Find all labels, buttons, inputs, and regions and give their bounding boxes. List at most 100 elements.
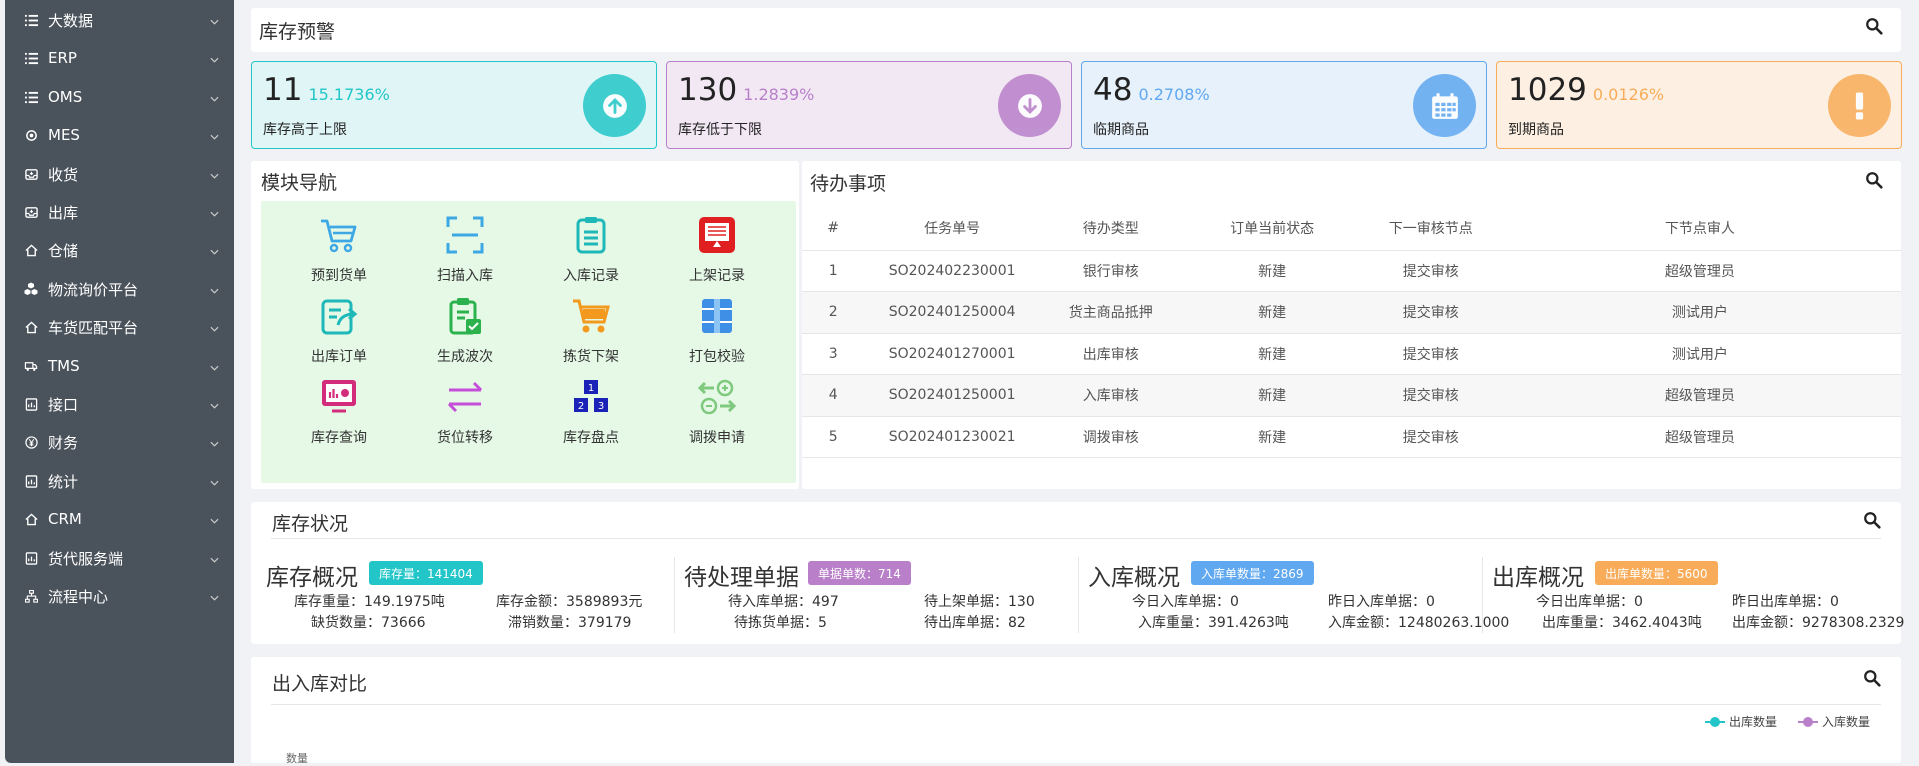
sidebar-item-label: 货代服务端	[48, 549, 124, 568]
sidebar-item-label: 接口	[48, 395, 79, 414]
stock-alert-card[interactable]: 11 15.1736% 库存高于上限	[251, 61, 657, 149]
sidebar-item[interactable]: 物流询价平台	[5, 270, 234, 308]
module-nav-label: 生成波次	[437, 349, 493, 365]
search-icon[interactable]	[1865, 171, 1883, 189]
table-header-cell[interactable]: #	[802, 206, 865, 251]
chevron-down-icon	[204, 433, 224, 451]
sidebar-item-label: OMS	[48, 88, 83, 106]
module-nav-item[interactable]: 上架记录	[667, 214, 767, 288]
table-cell: SO202401230021	[864, 416, 1040, 458]
module-nav-label: 打包校验	[689, 349, 745, 365]
table-header-cell[interactable]: 下一审核节点	[1362, 206, 1499, 251]
sidebar-item[interactable]: 财务	[5, 423, 234, 461]
section-divider	[1078, 557, 1079, 633]
cubes-icon	[24, 282, 38, 296]
module-nav-label: 库存查询	[311, 430, 367, 446]
module-nav-label: 扫描入库	[437, 268, 493, 284]
list-icon	[24, 90, 38, 104]
sidebar-item[interactable]: TMS	[5, 347, 234, 385]
stock-status-section: 入库概况 入库单数量：2869 今日入库单据：0 昨日入库单据：0 入库重量：391.4…	[1088, 558, 1509, 632]
search-icon[interactable]	[1863, 669, 1881, 687]
table-row[interactable]: 3 SO202401270001 出库审核 新建 提交审核 测试用户	[802, 333, 1901, 375]
table-cell: 3	[802, 333, 865, 375]
chevron-down-icon	[204, 549, 224, 567]
module-nav-title: 模块导航	[261, 172, 338, 194]
module-nav-label: 货位转移	[437, 430, 493, 446]
chevron-down-icon	[204, 280, 224, 298]
section-stat: 昨日出库单据：0	[1732, 594, 1839, 610]
table-row[interactable]: 1 SO202402230001 银行审核 新建 提交审核 超级管理员	[802, 250, 1901, 292]
report-icon	[24, 474, 38, 488]
sidebar-item[interactable]: 仓储	[5, 231, 234, 269]
table-header-cell[interactable]: 任务单号	[864, 206, 1040, 251]
table-header-cell[interactable]: 下节点审人	[1498, 206, 1901, 251]
sidebar-item-label: 收货	[48, 165, 79, 184]
stock-alert-card[interactable]: 48 0.2708% 临期商品	[1081, 61, 1487, 149]
table-row[interactable]: 5 SO202401230021 调拨审核 新建 提交审核 超级管理员	[802, 416, 1901, 458]
stock-alert-card[interactable]: 1029 0.0126% 到期商品	[1496, 61, 1902, 149]
table-header-cell[interactable]: 待办类型	[1039, 206, 1182, 251]
sidebar-item[interactable]: 出库	[5, 193, 234, 231]
module-nav-item[interactable]: 入库记录	[541, 214, 641, 288]
module-nav-item[interactable]: 生成波次	[415, 295, 515, 369]
section-stat: 出库金额：9278308.2329	[1732, 615, 1905, 631]
sidebar-item[interactable]: 统计	[5, 462, 234, 500]
alert-percent: 1.2839%	[743, 85, 815, 104]
module-nav-item[interactable]: 扫描入库	[415, 214, 515, 288]
table-header-cell[interactable]: 订单当前状态	[1181, 206, 1363, 251]
module-nav-item[interactable]: 调拨申请	[667, 376, 767, 450]
table-cell: 提交审核	[1362, 291, 1499, 334]
report-icon	[24, 551, 38, 565]
module-nav-item[interactable]: 出库订单	[289, 295, 389, 369]
section-badge: 库存量：141404	[369, 561, 483, 585]
sidebar: 大数据 ERP OMS MES 收货出库 仓储物流询价平台车货匹配平台 TMS 接口财务 统计 C…	[5, 0, 234, 763]
sidebar-item[interactable]: 收货	[5, 155, 234, 193]
section-stat: 缺货数量：73666	[311, 615, 426, 631]
module-nav-item[interactable]: 打包校验	[667, 295, 767, 369]
alert-label: 临期商品	[1093, 122, 1149, 138]
module-nav-item[interactable]: 拣货下架	[541, 295, 641, 369]
sidebar-item[interactable]: MES	[5, 116, 234, 154]
section-stat: 库存金额：3589893元	[496, 594, 643, 610]
stock-status-title: 库存状况	[272, 513, 349, 535]
sidebar-item[interactable]: OMS	[5, 78, 234, 116]
sidebar-item-label: 大数据	[48, 11, 94, 30]
section-badge: 入库单数量：2869	[1191, 561, 1314, 585]
legend-out[interactable]: 出库数量	[1705, 713, 1777, 730]
search-icon[interactable]	[1865, 17, 1883, 35]
table-row[interactable]: 4 SO202401250001 入库审核 新建 提交审核 超级管理员	[802, 374, 1901, 417]
sidebar-item[interactable]: 接口	[5, 385, 234, 423]
module-nav-item[interactable]: 货位转移	[415, 376, 515, 450]
table-cell: 超级管理员	[1498, 416, 1901, 458]
sidebar-item[interactable]: 车货匹配平台	[5, 308, 234, 346]
table-cell: SO202401270001	[864, 333, 1040, 375]
sidebar-item[interactable]: ERP	[5, 39, 234, 77]
module-nav-item[interactable]: 1 2 3 库存盘点	[541, 376, 641, 450]
table-row[interactable]: 2 SO202401250004 货主商品抵押 新建 提交审核 测试用户	[802, 291, 1901, 334]
section-title: 出库概况	[1492, 565, 1584, 591]
package-icon	[696, 295, 738, 341]
table-cell: 新建	[1181, 374, 1363, 417]
table-cell: 提交审核	[1362, 250, 1499, 292]
sidebar-item[interactable]: 货代服务端	[5, 539, 234, 577]
sidebar-item[interactable]: 流程中心	[5, 577, 234, 615]
stock-alert-title: 库存预警	[259, 21, 336, 43]
table-cell: 新建	[1181, 333, 1363, 375]
module-nav-item[interactable]: 预到货单	[289, 214, 389, 288]
table-cell: 新建	[1181, 250, 1363, 292]
table-cell: 新建	[1181, 416, 1363, 458]
search-icon[interactable]	[1863, 511, 1881, 529]
sidebar-item[interactable]: CRM	[5, 500, 234, 538]
module-nav-label: 拣货下架	[563, 349, 619, 365]
home-icon	[24, 512, 38, 526]
table-cell: 新建	[1181, 291, 1363, 334]
inbox-icon	[24, 205, 38, 219]
legend-in[interactable]: 入库数量	[1798, 713, 1870, 730]
module-nav-item[interactable]: 库存查询	[289, 376, 389, 450]
sidebar-item[interactable]: 大数据	[5, 1, 234, 39]
stock-alert-card[interactable]: 130 1.2839% 库存低于下限	[666, 61, 1072, 149]
stock-status-section: 出库概况 出库单数量：5600 今日出库单据：0 昨日出库单据：0 出库重量：3462.…	[1492, 558, 1904, 632]
chevron-down-icon	[204, 88, 224, 106]
table-cell: SO202401250004	[864, 291, 1040, 334]
sidebar-item-label: 物流询价平台	[48, 280, 139, 299]
